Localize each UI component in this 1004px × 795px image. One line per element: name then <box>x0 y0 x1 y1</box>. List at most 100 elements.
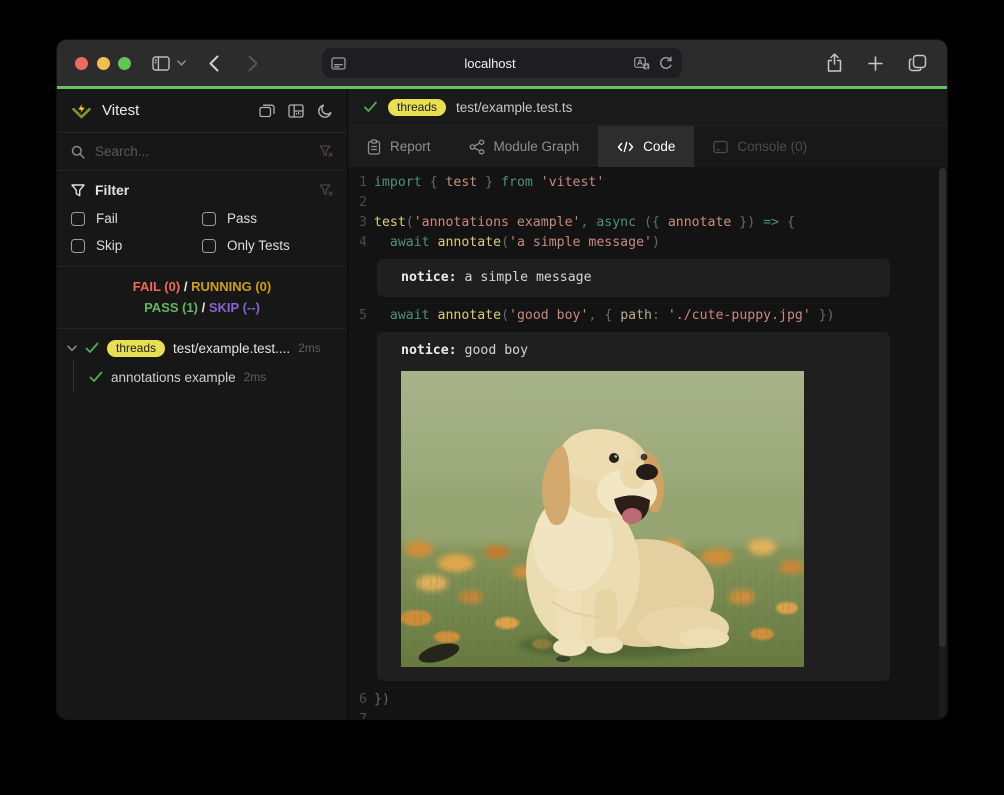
editor-scrollbar[interactable] <box>939 168 946 718</box>
tab-report[interactable]: Report <box>348 126 450 167</box>
checkbox-icon[interactable] <box>71 212 85 226</box>
duration-badge: 2ms <box>244 370 267 384</box>
checkbox-icon[interactable] <box>71 239 85 253</box>
code-line: 3test('annotations example', async ({ an… <box>348 213 947 233</box>
code-token: async <box>596 215 636 230</box>
code-editor[interactable]: 1import { test } from 'vitest'23test('an… <box>348 167 947 719</box>
code-token: }) <box>811 308 835 323</box>
code-token: await <box>390 308 430 323</box>
code-token: { <box>422 175 446 190</box>
search-bar[interactable]: Search... <box>57 133 347 171</box>
annotation-notice-with-image: notice: good boy <box>377 332 890 681</box>
code-line: 7 <box>348 710 947 719</box>
checkbox-label: Only Tests <box>227 238 290 253</box>
filter-checkbox-only-tests[interactable]: Only Tests <box>202 238 333 253</box>
code-text: import { test } from 'vitest' <box>374 173 604 193</box>
translate-icon[interactable] <box>634 57 650 70</box>
close-window-button[interactable] <box>75 57 88 70</box>
search-input[interactable]: Search... <box>95 144 309 159</box>
tabbar-spacer <box>826 126 947 167</box>
code-text: await annotate('a simple message') <box>374 233 660 253</box>
checkbox-icon[interactable] <box>202 212 216 226</box>
zoom-window-button[interactable] <box>118 57 131 70</box>
address-bar[interactable]: localhost <box>322 48 682 78</box>
sidebar-header: Vitest <box>57 89 347 133</box>
filter-title: Filter <box>95 182 309 198</box>
code-token: { <box>779 215 795 230</box>
code-token: 'good boy' <box>509 308 588 323</box>
notice-message-text: a simple message <box>465 270 592 285</box>
tab-label: Code <box>643 139 675 154</box>
scrollbar-thumb[interactable] <box>939 168 946 647</box>
filter-checkbox-pass[interactable]: Pass <box>202 211 333 226</box>
reload-icon[interactable] <box>659 56 673 71</box>
view-tabs: Report Module Graph <box>348 126 947 167</box>
clear-search-filter-icon[interactable] <box>319 145 333 158</box>
tab-overview-icon[interactable] <box>908 54 927 72</box>
url-text[interactable]: localhost <box>346 56 634 71</box>
code-segment: 5 await annotate('good boy', { path: './… <box>348 306 947 326</box>
dashboard-panels-icon[interactable] <box>259 104 275 118</box>
tree-item-test[interactable]: annotations example 2ms <box>57 362 347 392</box>
code-token <box>430 235 438 250</box>
fail-count: FAIL (0) <box>133 279 180 294</box>
tab-label: Console (0) <box>737 139 807 154</box>
code-token: path <box>620 308 652 323</box>
vitest-logo-icon <box>71 101 92 121</box>
checkbox-icon[interactable] <box>202 239 216 253</box>
line-number: 5 <box>348 306 374 326</box>
tab-code[interactable]: Code <box>598 126 694 167</box>
code-token: , <box>580 215 596 230</box>
tree-item-file[interactable]: threads test/example.test.... 2ms <box>57 334 347 362</box>
chevron-down-icon[interactable] <box>67 345 77 352</box>
code-token: test <box>445 175 477 190</box>
separator: / <box>202 300 206 315</box>
code-token: ( <box>501 235 509 250</box>
code-text: await annotate('good boy', { path: './cu… <box>374 306 835 326</box>
page-settings-icon[interactable] <box>331 57 346 70</box>
line-number: 4 <box>348 233 374 253</box>
code-token: 'vitest' <box>541 175 605 190</box>
tree-file-label: test/example.test.... <box>173 341 290 356</box>
notice-message-text: good boy <box>465 343 529 358</box>
code-token: from <box>501 175 533 190</box>
summary-line-2: PASS (1) / SKIP (--) <box>57 297 347 318</box>
code-token: } <box>477 175 501 190</box>
pass-count: PASS (1) <box>144 300 198 315</box>
browser-toolbar: localhost <box>57 40 947 86</box>
sidebar-toggle-icon[interactable] <box>152 56 170 71</box>
clear-filters-icon[interactable] <box>319 184 333 197</box>
main-panel: threads test/example.test.ts Report <box>348 89 947 719</box>
code-token: import <box>374 175 422 190</box>
console-icon <box>713 140 728 154</box>
tab-console[interactable]: Console (0) <box>694 126 826 167</box>
minimize-window-button[interactable] <box>97 57 110 70</box>
coverage-report-icon[interactable] <box>288 104 304 118</box>
pool-badge: threads <box>388 99 446 116</box>
dark-mode-moon-icon[interactable] <box>317 103 333 119</box>
share-icon[interactable] <box>826 53 843 73</box>
tree-test-label: annotations example <box>111 370 236 385</box>
pool-badge: threads <box>107 340 165 357</box>
code-token: annotate <box>668 215 732 230</box>
browser-window: localhost <box>57 40 947 719</box>
running-count: RUNNING (0) <box>191 279 271 294</box>
tab-label: Module Graph <box>494 139 580 154</box>
filter-checkbox-fail[interactable]: Fail <box>71 211 202 226</box>
separator: / <box>184 279 188 294</box>
pass-check-icon <box>89 371 103 383</box>
pass-check-icon <box>363 101 378 113</box>
new-tab-icon[interactable] <box>868 56 883 71</box>
code-line: 5 await annotate('good boy', { path: './… <box>348 306 947 326</box>
code-line: 1import { test } from 'vitest' <box>348 173 947 193</box>
pass-check-icon <box>85 342 99 354</box>
code-token: test <box>374 215 406 230</box>
tab-module-graph[interactable]: Module Graph <box>450 126 599 167</box>
skip-count: SKIP (--) <box>209 300 260 315</box>
chevron-down-icon[interactable] <box>177 60 186 66</box>
code-token: }) <box>731 215 763 230</box>
code-token: ({ <box>636 215 668 230</box>
back-button[interactable] <box>209 55 219 72</box>
filter-checkbox-skip[interactable]: Skip <box>71 238 202 253</box>
forward-button[interactable] <box>248 55 258 72</box>
